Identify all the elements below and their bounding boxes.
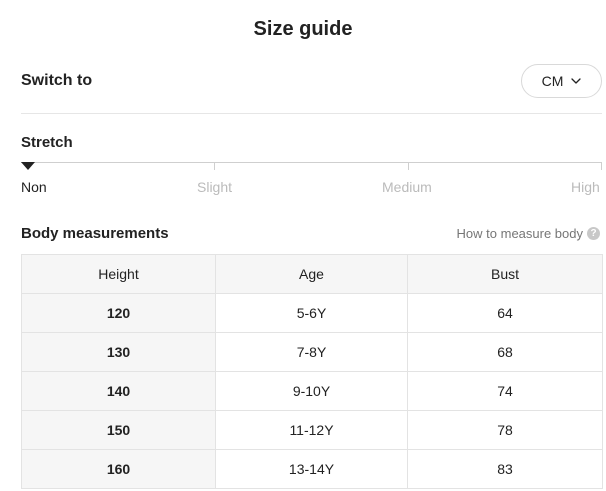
stretch-label: Stretch — [21, 134, 73, 151]
body-measurements-title: Body measurements — [21, 225, 169, 242]
column-header-bust: Bust — [407, 254, 603, 294]
height-cell: 130 — [21, 332, 216, 372]
age-cell: 11-12Y — [215, 410, 408, 450]
table-row: 140 9-10Y 74 — [21, 371, 603, 411]
height-cell: 160 — [21, 449, 216, 489]
page-title: Size guide — [253, 18, 353, 40]
stretch-level-non: Non — [21, 179, 47, 195]
stretch-level-medium: Medium — [382, 179, 432, 195]
age-cell: 7-8Y — [215, 332, 408, 372]
switch-label: Switch to — [21, 72, 93, 89]
table-row: 150 11-12Y 78 — [21, 410, 603, 450]
stretch-tick — [214, 162, 215, 170]
section-divider — [21, 113, 602, 114]
bust-cell: 78 — [407, 410, 603, 450]
unit-switch-row: Switch to CM — [21, 64, 602, 98]
stretch-marker-icon — [21, 162, 35, 170]
height-cell: 150 — [21, 410, 216, 450]
unit-select[interactable]: CM — [521, 64, 602, 98]
column-header-height: Height — [21, 254, 216, 294]
table-header-row: Height Age Bust — [21, 254, 603, 294]
size-table: Height Age Bust 120 5-6Y 64 130 7-8Y 68 … — [21, 254, 603, 489]
table-row: 160 13-14Y 83 — [21, 449, 603, 489]
table-row: 120 5-6Y 64 — [21, 293, 603, 333]
age-cell: 9-10Y — [215, 371, 408, 411]
stretch-level-slight: Slight — [197, 179, 233, 195]
age-cell: 13-14Y — [215, 449, 408, 489]
stretch-track — [21, 162, 602, 163]
table-row: 130 7-8Y 68 — [21, 332, 603, 372]
stretch-tick — [601, 162, 602, 170]
age-cell: 5-6Y — [215, 293, 408, 333]
height-cell: 140 — [21, 371, 216, 411]
help-icon: ? — [587, 227, 600, 240]
bust-cell: 64 — [407, 293, 603, 333]
height-cell: 120 — [21, 293, 216, 333]
stretch-tick — [408, 162, 409, 170]
stretch-level-high: High — [571, 179, 600, 195]
bust-cell: 83 — [407, 449, 603, 489]
column-header-age: Age — [215, 254, 408, 294]
chevron-down-icon — [571, 78, 582, 84]
bust-cell: 74 — [407, 371, 603, 411]
how-to-measure-link[interactable]: How to measure body ? — [457, 226, 600, 241]
how-to-measure-label: How to measure body — [456, 226, 583, 241]
bust-cell: 68 — [407, 332, 603, 372]
unit-value: CM — [541, 73, 564, 89]
